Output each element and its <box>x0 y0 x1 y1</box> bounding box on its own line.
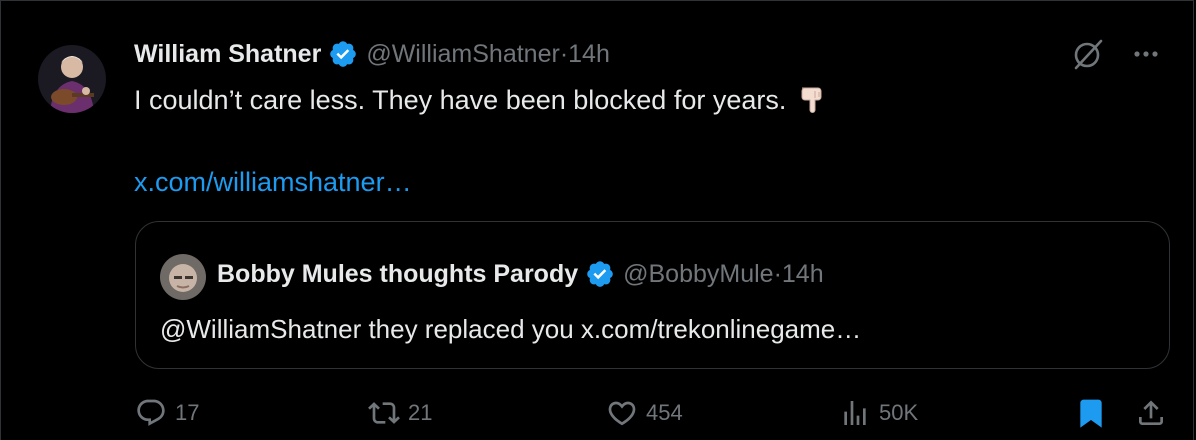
meta-separator: · <box>773 259 782 288</box>
tweet-top-actions <box>1071 37 1161 71</box>
views-count: 50K <box>879 400 919 425</box>
share-icon <box>1139 400 1163 425</box>
more-options-icon[interactable] <box>1131 39 1161 69</box>
tweet-header: William Shatner @WilliamShatner · 14h <box>134 37 610 71</box>
quoted-tweet-timestamp[interactable]: 14h <box>782 260 824 289</box>
tweet-container[interactable]: William Shatner @WilliamShatner · 14h I … <box>0 0 1194 440</box>
author-name[interactable]: William Shatner <box>134 40 321 69</box>
heart-icon <box>608 401 636 426</box>
repost-icon <box>368 402 400 424</box>
tweet-text: I couldn’t care less. They have been blo… <box>134 82 826 118</box>
author-handle[interactable]: @WilliamShatner <box>366 40 559 69</box>
quoted-tweet-card[interactable]: Bobby Mules thoughts Parody @BobbyMule ·… <box>135 221 1170 369</box>
share-button[interactable] <box>1135 391 1167 435</box>
views-icon <box>844 401 866 425</box>
like-button[interactable]: 454 <box>606 391 683 435</box>
tweet-body: I couldn’t care less. They have been blo… <box>134 85 787 115</box>
verified-badge-icon <box>585 259 615 289</box>
reply-icon <box>137 399 165 426</box>
bookmark-icon <box>1080 399 1102 428</box>
tweet-link[interactable]: x.com/williamshatner… <box>134 164 412 200</box>
verified-badge-icon <box>328 39 358 69</box>
repost-button[interactable]: 21 <box>368 391 432 435</box>
quoted-author-name[interactable]: Bobby Mules thoughts Parody <box>217 260 578 289</box>
reply-button[interactable]: 17 <box>135 391 199 435</box>
like-count: 454 <box>646 400 683 425</box>
backhand-index-pointing-down-icon <box>796 84 826 114</box>
repost-count: 21 <box>408 400 433 425</box>
quoted-tweet-header: Bobby Mules thoughts Parody @BobbyMule ·… <box>217 258 824 290</box>
quoted-author-avatar[interactable] <box>160 254 206 300</box>
quoted-author-handle[interactable]: @BobbyMule <box>623 260 773 289</box>
quoted-tweet-text: @WilliamShatner they replaced you x.com/… <box>160 314 862 344</box>
bookmark-button[interactable] <box>1075 391 1107 435</box>
grok-icon[interactable] <box>1071 37 1105 71</box>
author-avatar[interactable] <box>38 45 106 113</box>
views-button[interactable]: 50K <box>839 391 918 435</box>
reply-count: 17 <box>175 400 200 425</box>
tweet-action-bar: 17 21 454 50K <box>1 391 1196 435</box>
meta-separator: · <box>559 39 569 68</box>
tweet-timestamp[interactable]: 14h <box>568 40 610 69</box>
